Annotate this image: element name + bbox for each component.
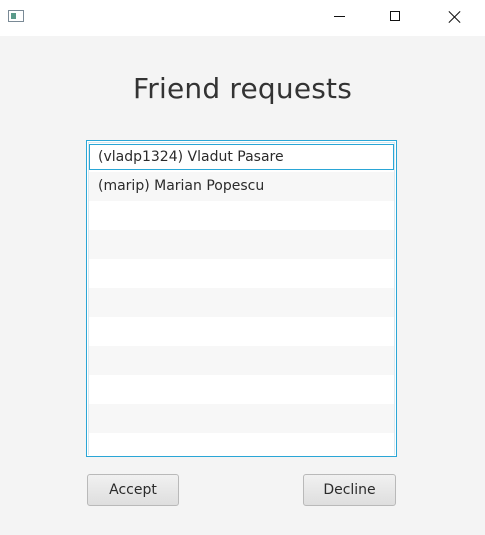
title-bar (0, 0, 485, 36)
decline-button[interactable]: Decline (303, 474, 396, 506)
close-button[interactable] (432, 0, 478, 32)
empty-list-row (89, 404, 394, 433)
close-icon (449, 11, 461, 23)
app-icon (8, 10, 24, 22)
empty-list-row (89, 317, 394, 346)
empty-list-row (89, 433, 394, 456)
empty-list-row (89, 201, 394, 230)
empty-list-row (89, 346, 394, 375)
page-title: Friend requests (132, 72, 353, 105)
empty-list-row (89, 288, 394, 317)
empty-list-row (89, 375, 394, 404)
empty-list-row (89, 259, 394, 288)
maximize-icon (390, 11, 400, 21)
friend-requests-list[interactable]: (vladp1324) Vladut Pasare (marip) Marian… (86, 140, 397, 457)
empty-list-row (89, 230, 394, 259)
accept-button[interactable]: Accept (87, 474, 179, 506)
app-window: Friend requests (vladp1324) Vladut Pasar… (0, 0, 485, 535)
minimize-button[interactable] (316, 0, 362, 32)
maximize-button[interactable] (373, 0, 419, 32)
minimize-icon (334, 16, 345, 17)
list-item[interactable]: (marip) Marian Popescu (89, 172, 394, 201)
list-item[interactable]: (vladp1324) Vladut Pasare (89, 144, 394, 170)
friend-requests-list-viewport: (vladp1324) Vladut Pasare (marip) Marian… (88, 142, 395, 456)
